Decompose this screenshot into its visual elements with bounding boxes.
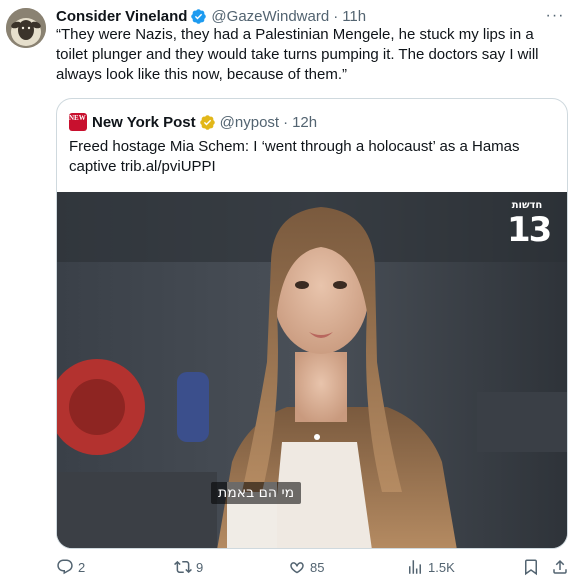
quote-author-handle: @nypost (219, 113, 280, 131)
reply-count: 2 (78, 559, 86, 575)
reply-button[interactable]: 2 (56, 558, 85, 576)
author-name[interactable]: Consider Vineland (56, 8, 187, 25)
video-subtitle: מי הם באמת (211, 482, 302, 504)
separator-dot: · (333, 7, 339, 25)
tweet-header: Consider Vineland @GazeWindward · 11h (56, 6, 539, 26)
action-bar: 2 9 85 1.5K (56, 558, 568, 582)
avatar[interactable] (6, 8, 46, 48)
like-button[interactable]: 85 (288, 558, 324, 576)
share-button[interactable] (551, 558, 569, 576)
bookmark-button[interactable] (522, 558, 540, 576)
view-count: 1.5K (428, 559, 455, 575)
channel-13-logo: חדשות 13 (507, 200, 552, 250)
quote-separator-dot: · (283, 113, 289, 131)
verified-badge-icon[interactable] (190, 8, 207, 25)
author-handle[interactable]: @GazeWindward (211, 8, 329, 25)
video-thumbnail[interactable]: חדשות 13 מי הם באמת (57, 192, 567, 548)
views-icon (409, 560, 421, 574)
reply-icon (57, 559, 73, 575)
bookmark-icon (525, 559, 537, 576)
quote-text: Freed hostage Mia Schem: I ‘went through… (69, 138, 520, 175)
repost-button[interactable]: 9 (174, 558, 203, 576)
share-icon (553, 559, 567, 574)
repost-icon (174, 560, 192, 574)
heart-icon (290, 562, 304, 574)
sheep-avatar-icon (6, 8, 46, 48)
timestamp[interactable]: 11h (342, 8, 366, 25)
repost-count: 9 (196, 559, 204, 575)
quote-header: NEW YORK POST New York Post @nypost · 12… (69, 113, 317, 131)
channel-number: 13 (507, 210, 552, 250)
gold-verified-badge-icon (199, 114, 215, 130)
tweet[interactable]: Consider Vineland @GazeWindward · 11h ··… (0, 0, 579, 587)
quoted-tweet[interactable]: NEW YORK POST New York Post @nypost · 12… (56, 98, 568, 549)
tweet-text: “They were Nazis, they had a Palestinian… (56, 26, 539, 83)
quote-timestamp: 12h (292, 113, 318, 131)
like-count: 85 (310, 559, 325, 575)
views-button[interactable]: 1.5K (406, 558, 455, 576)
more-icon[interactable]: ··· (543, 6, 567, 26)
quote-author-name: New York Post (92, 113, 196, 131)
video-frame (57, 192, 567, 548)
nypost-logo: NEW YORK POST (69, 113, 128, 131)
